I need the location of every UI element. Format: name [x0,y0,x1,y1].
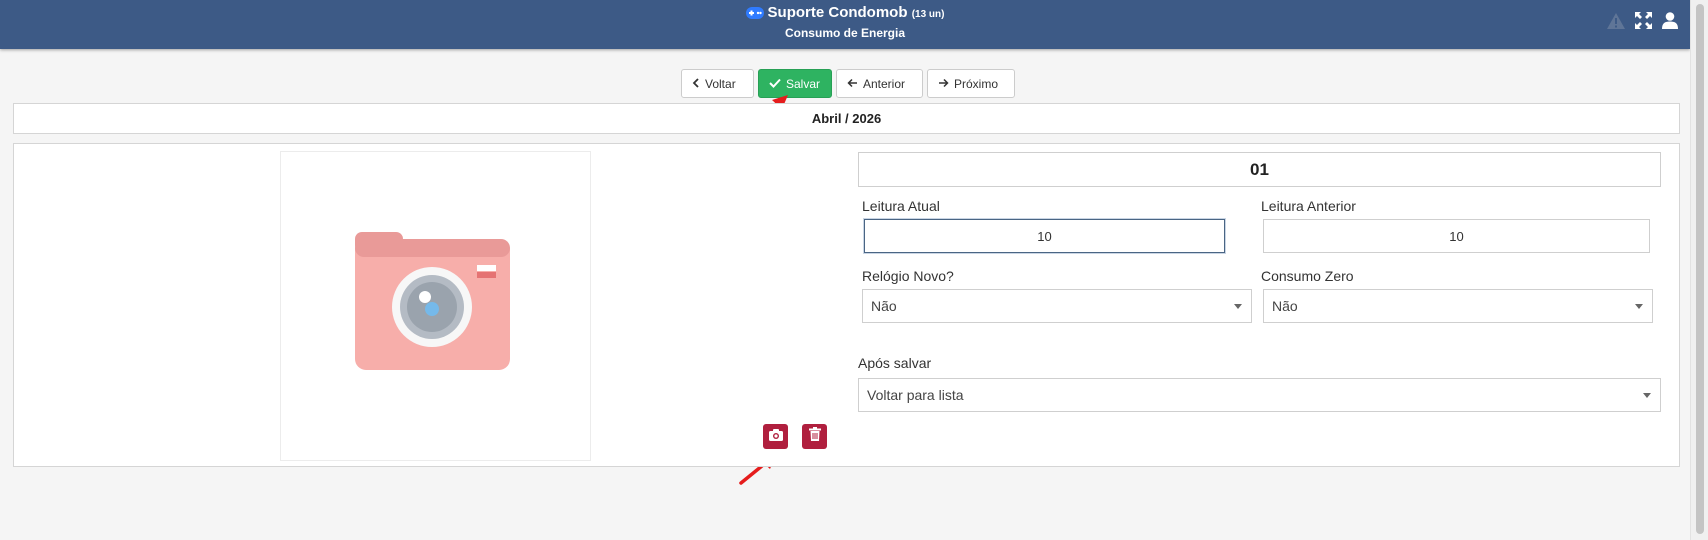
top-header: Suporte Condomob (13 un) Consumo de Ener… [0,0,1690,49]
app-title: Suporte Condomob (13 un) [0,3,1690,25]
delete-photo-button[interactable] [802,424,827,449]
consumo-zero-value: Não [1272,298,1298,314]
arrow-right-icon [938,77,949,91]
leitura-atual-label: Leitura Atual [862,198,940,214]
apos-salvar-value: Voltar para lista [867,387,964,403]
gamepad-icon [745,5,764,25]
check-icon [769,77,781,91]
unit-number: 01 [858,152,1661,187]
leitura-anterior-label: Leitura Anterior [1261,198,1356,214]
photo-preview[interactable] [280,151,591,461]
take-photo-button[interactable] [763,424,788,449]
save-button-label: Salvar [786,76,821,91]
toolbar: Voltar Salvar Anterior Próximo [681,69,1015,98]
previous-button[interactable]: Anterior [836,69,923,98]
previous-button-label: Anterior [863,76,906,91]
arrow-left-icon [847,77,858,91]
chevron-left-icon [692,77,700,91]
chevron-down-icon [1643,393,1651,398]
units-count: (13 un) [911,9,945,20]
app-name: Suporte Condomob [767,4,908,21]
scrollbar[interactable] [1690,0,1708,540]
next-button-label: Próximo [954,76,999,91]
relogio-novo-value: Não [871,298,897,314]
leitura-anterior-input[interactable]: 10 [1263,219,1650,253]
camera-icon [768,428,783,446]
consumo-zero-label: Consumo Zero [1261,268,1354,284]
trash-icon [808,427,821,446]
apos-salvar-select[interactable]: Voltar para lista [858,378,1661,412]
leitura-atual-input[interactable]: 10 [864,219,1225,253]
chevron-down-icon [1234,304,1242,309]
chevron-down-icon [1635,304,1643,309]
apos-salvar-label: Após salvar [858,355,932,371]
warning-icon[interactable] [1607,12,1625,29]
camera-placeholder-icon [355,232,510,370]
consumo-zero-select[interactable]: Não [1263,289,1653,323]
back-button-label: Voltar [705,76,736,91]
scrollbar-thumb[interactable] [1696,4,1704,534]
header-actions [1607,12,1678,29]
page-subtitle: Consumo de Energia [784,26,906,40]
fullscreen-icon[interactable] [1635,12,1652,29]
header-title: Suporte Condomob (13 un) Consumo de Ener… [0,3,1690,41]
user-icon[interactable] [1662,12,1678,29]
next-button[interactable]: Próximo [927,69,1015,98]
reading-form-panel: 01 Leitura Atual 10 Leitura Anterior 10 … [13,143,1680,467]
period-header: Abril / 2026 [13,103,1680,134]
relogio-novo-label: Relógio Novo? [862,268,954,284]
back-button[interactable]: Voltar [681,69,754,98]
relogio-novo-select[interactable]: Não [862,289,1252,323]
